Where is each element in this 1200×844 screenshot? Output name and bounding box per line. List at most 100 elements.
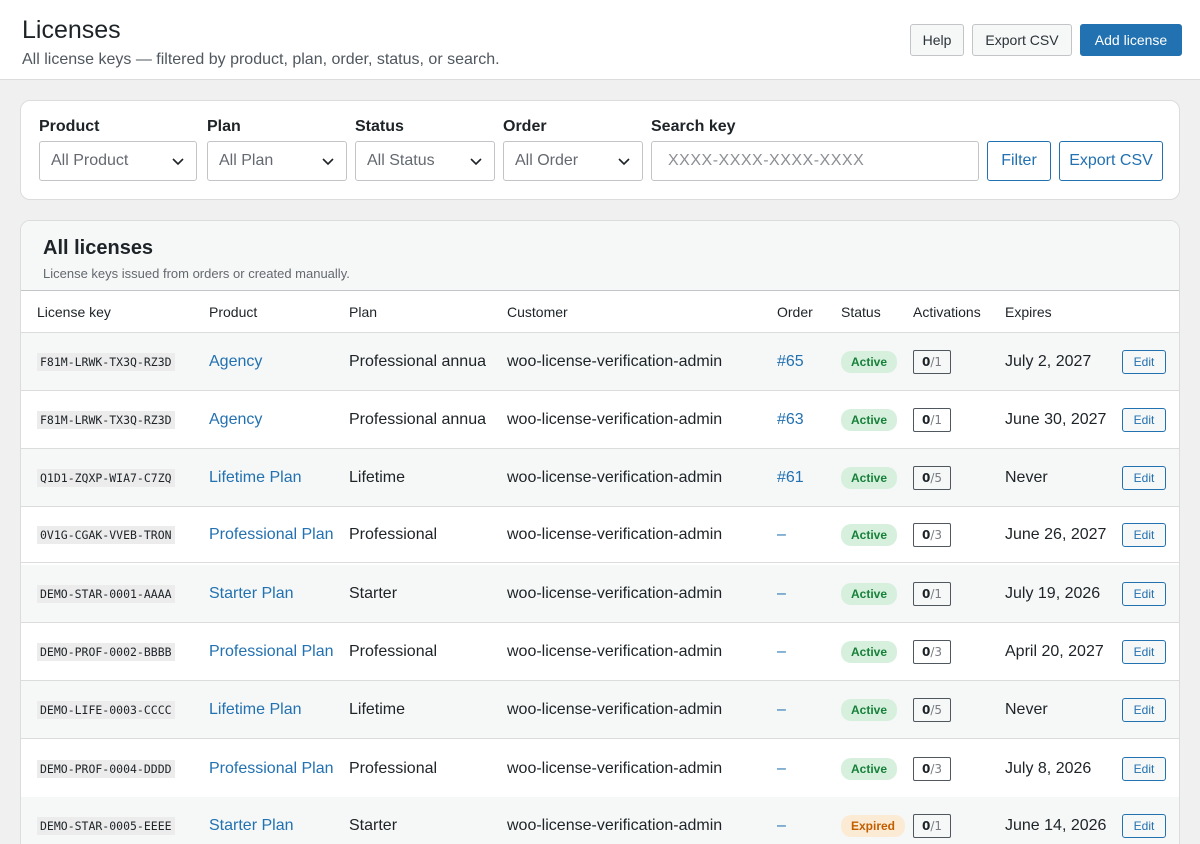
activations-used: 0 <box>922 354 931 369</box>
customer-name: woo-license-verification-admin <box>507 525 723 543</box>
product-link[interactable]: Starter Plan <box>209 817 293 835</box>
activations-total: /3 <box>930 644 943 659</box>
expires-date: Never <box>1005 468 1048 486</box>
customer-name: woo-license-verification-admin <box>507 759 723 777</box>
table-row: 0V1G-CGAK-VVEB-TRON Professional Plan Pr… <box>21 507 1179 563</box>
customer-name: woo-license-verification-admin <box>507 468 723 486</box>
product-link[interactable]: Agency <box>209 353 262 371</box>
plan-name: Starter <box>349 816 398 834</box>
expires-date: June 14, 2026 <box>1005 816 1107 834</box>
product-link[interactable]: Professional Plan <box>209 643 334 661</box>
activations-total: /1 <box>930 818 943 833</box>
table-row: F81M-LRWK-TX3Q-RZ3D Agency Professional … <box>21 333 1179 391</box>
order-link[interactable]: – <box>777 760 786 778</box>
order-link[interactable]: #61 <box>777 469 804 487</box>
plan-name: Professional annual <box>349 410 487 428</box>
activations-count: 0/3 <box>913 756 952 781</box>
product-filter-label: Product <box>39 118 100 135</box>
column-header-product: Product <box>209 304 258 320</box>
order-link[interactable]: – <box>777 526 786 544</box>
order-select-value: All Order <box>515 152 579 169</box>
order-select[interactable]: All Order <box>503 141 643 181</box>
status-filter-label: Status <box>355 118 404 135</box>
activations-used: 0 <box>922 586 931 601</box>
license-key: F81M-LRWK-TX3Q-RZ3D <box>37 352 175 371</box>
edit-button[interactable]: Edit <box>1122 756 1166 781</box>
customer-name: woo-license-verification-admin <box>507 410 723 428</box>
activations-used: 0 <box>922 412 931 427</box>
order-link[interactable]: – <box>777 817 786 835</box>
table-row: F81M-LRWK-TX3Q-RZ3D Agency Professional … <box>21 391 1179 449</box>
status-select-value: All Status <box>367 152 435 169</box>
expires-date: June 30, 2027 <box>1005 410 1107 428</box>
activations-total: /1 <box>930 586 943 601</box>
plan-select-value: All Plan <box>219 152 274 169</box>
activations-total: /3 <box>930 527 943 542</box>
status-select[interactable]: All Status <box>355 141 495 181</box>
order-link[interactable]: #63 <box>777 411 804 429</box>
edit-button[interactable]: Edit <box>1122 522 1166 547</box>
plan-select[interactable]: All Plan <box>207 141 347 181</box>
export-csv-header-button[interactable]: Export CSV <box>972 24 1072 56</box>
product-link[interactable]: Starter Plan <box>209 585 293 603</box>
activations-count: 0/3 <box>913 522 952 547</box>
product-select[interactable]: All Product <box>39 141 197 181</box>
license-key: F81M-LRWK-TX3Q-RZ3D <box>37 410 175 429</box>
column-header-license-key: License key <box>37 304 111 320</box>
status-badge: Active <box>841 408 898 431</box>
export-csv-filter-button[interactable]: Export CSV <box>1059 141 1163 181</box>
column-header-customer: Customer <box>507 304 568 320</box>
order-link[interactable]: – <box>777 701 786 719</box>
order-link[interactable]: #65 <box>777 353 804 371</box>
license-key: 0V1G-CGAK-VVEB-TRON <box>37 525 175 544</box>
product-link[interactable]: Professional Plan <box>209 526 334 544</box>
table-header-row: License key Product Plan Customer Order … <box>21 291 1179 333</box>
edit-button[interactable]: Edit <box>1122 813 1166 838</box>
edit-button[interactable]: Edit <box>1122 407 1166 432</box>
product-link[interactable]: Agency <box>209 411 262 429</box>
page-subtitle: All license keys — filtered by product, … <box>22 51 500 68</box>
plan-name: Lifetime <box>349 468 406 486</box>
customer-name: woo-license-verification-admin <box>507 584 723 602</box>
activations-count: 0/1 <box>913 349 952 374</box>
status-badge: Active <box>841 523 898 546</box>
expires-date: April 20, 2027 <box>1005 642 1104 660</box>
edit-button[interactable]: Edit <box>1122 639 1166 664</box>
edit-button[interactable]: Edit <box>1122 697 1166 722</box>
status-badge: Active <box>841 698 898 721</box>
licenses-table-card: All licenses License keys issued from or… <box>20 220 1180 844</box>
activations-count: 0/5 <box>913 697 952 722</box>
status-badge: Active <box>841 757 898 780</box>
expires-date: July 19, 2026 <box>1005 584 1101 602</box>
product-select-value: All Product <box>51 152 129 169</box>
edit-button[interactable]: Edit <box>1122 465 1166 490</box>
edit-button[interactable]: Edit <box>1122 581 1166 606</box>
column-header-order: Order <box>777 304 813 320</box>
activations-used: 0 <box>922 761 931 776</box>
search-key-input[interactable] <box>651 141 979 181</box>
expires-date: July 2, 2027 <box>1005 352 1092 370</box>
status-badge: Active <box>841 582 898 605</box>
activations-used: 0 <box>922 470 931 485</box>
status-badge: Active <box>841 350 898 373</box>
license-key: DEMO-PROF-0004-DDDD <box>37 759 175 778</box>
table-title: All licenses <box>43 237 154 259</box>
order-link[interactable]: – <box>777 643 786 661</box>
activations-used: 0 <box>922 702 931 717</box>
status-badge: Active <box>841 466 898 489</box>
chevron-down-icon <box>470 158 482 166</box>
order-link[interactable]: – <box>777 585 786 603</box>
status-badge: Expired <box>841 814 906 837</box>
product-link[interactable]: Lifetime Plan <box>209 469 302 487</box>
help-button[interactable]: Help <box>910 24 964 56</box>
filter-button[interactable]: Filter <box>987 141 1051 181</box>
chevron-down-icon <box>618 158 630 166</box>
edit-button[interactable]: Edit <box>1122 349 1166 374</box>
activations-total: /3 <box>930 761 943 776</box>
column-header-activations: Activations <box>913 304 981 320</box>
table-row: DEMO-STAR-0001-AAAA Starter Plan Starter… <box>21 565 1179 623</box>
product-link[interactable]: Lifetime Plan <box>209 701 302 719</box>
product-link[interactable]: Professional Plan <box>209 760 334 778</box>
license-key: DEMO-LIFE-0003-CCCC <box>37 700 175 719</box>
add-license-button[interactable]: Add license <box>1080 24 1182 56</box>
